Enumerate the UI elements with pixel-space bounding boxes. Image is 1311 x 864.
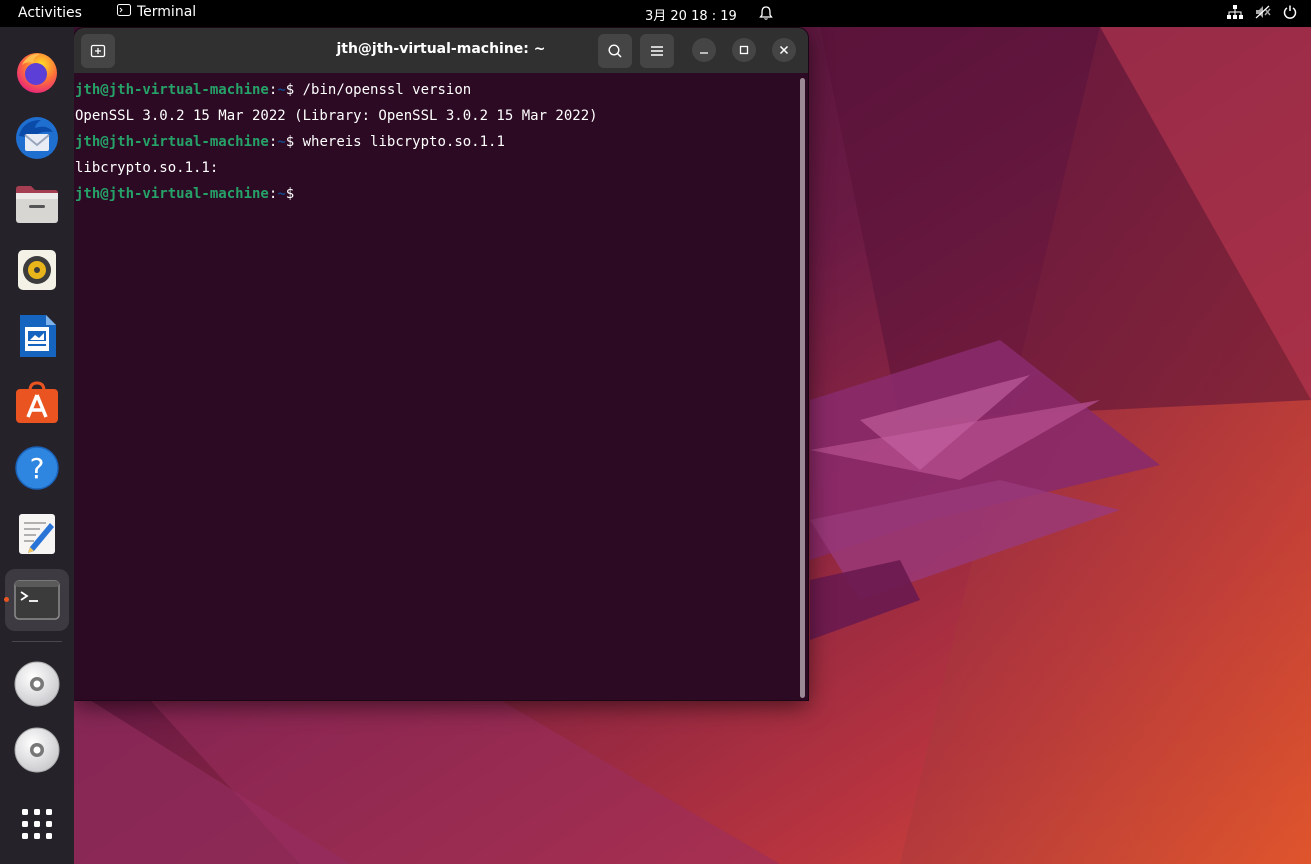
dock: ?	[0, 27, 74, 864]
help-icon: ?	[15, 446, 59, 490]
terminal-line: OpenSSL 3.0.2 15 Mar 2022 (Library: Open…	[75, 103, 598, 129]
dock-item-thunderbird[interactable]	[5, 107, 69, 169]
dock-item-help[interactable]: ?	[5, 437, 69, 499]
files-icon	[16, 186, 58, 223]
close-button[interactable]	[772, 38, 796, 62]
prompt-user: jth@jth-virtual-machine	[75, 82, 269, 98]
terminal-icon	[14, 580, 60, 620]
running-indicator	[4, 597, 9, 602]
prompt-symbol: $	[285, 134, 303, 150]
prompt-user: jth@jth-virtual-machine	[75, 134, 269, 150]
dock-item-files[interactable]	[5, 173, 69, 235]
hamburger-menu-icon	[651, 46, 663, 56]
prompt-path: ~	[277, 82, 286, 98]
dock-item-rhythmbox[interactable]	[5, 239, 69, 301]
app-menu-label: Terminal	[137, 4, 197, 20]
svg-text:?: ?	[30, 452, 45, 485]
command-output: libcrypto.so.1.1:	[75, 160, 219, 176]
prompt-path: ~	[277, 134, 286, 150]
app-grid-icon	[22, 809, 52, 839]
system-tray[interactable]	[1227, 5, 1297, 23]
dock-item-disc-1[interactable]	[5, 653, 69, 715]
search-icon	[608, 44, 622, 58]
dock-item-libreoffice-writer[interactable]	[5, 305, 69, 367]
terminal-line: jth@jth-virtual-machine:~$	[75, 181, 312, 207]
terminal-line: jth@jth-virtual-machine:~$ whereis libcr…	[75, 129, 505, 155]
search-button[interactable]	[598, 34, 632, 68]
dock-item-disc-2[interactable]	[5, 719, 69, 781]
text-editor-icon	[19, 514, 55, 554]
maximize-icon	[739, 45, 749, 55]
terminal-line: libcrypto.so.1.1:	[75, 155, 218, 181]
command-text: /bin/openssl version	[302, 82, 472, 98]
terminal-output[interactable]: jth@jth-virtual-machine:~$ /bin/openssl …	[74, 73, 808, 700]
dock-separator	[12, 641, 62, 642]
clock[interactable]: 3月 20 18 : 19	[645, 5, 737, 24]
command-text: whereis libcrypto.so.1.1	[302, 134, 505, 150]
cd-icon	[14, 661, 60, 707]
rhythmbox-icon	[18, 250, 56, 290]
writer-icon	[20, 315, 56, 357]
prompt-symbol: $	[285, 82, 303, 98]
dock-item-firefox[interactable]	[5, 41, 69, 103]
cd-icon	[14, 727, 60, 773]
text-cursor	[303, 184, 312, 201]
menu-button[interactable]	[640, 34, 674, 68]
notification-bell-icon[interactable]	[758, 5, 774, 25]
prompt-symbol: $	[285, 186, 303, 202]
dock-item-ubuntu-software[interactable]	[5, 371, 69, 433]
network-icon[interactable]	[1227, 5, 1243, 23]
prompt-path: ~	[277, 186, 286, 202]
show-apps-button[interactable]	[5, 793, 69, 855]
thunderbird-icon	[16, 117, 58, 159]
terminal-small-icon	[117, 4, 131, 20]
firefox-icon	[17, 53, 57, 93]
top-bar: Activities Terminal 3月 20 18 : 19	[0, 0, 1311, 27]
scrollbar[interactable]	[800, 78, 805, 698]
minimize-button[interactable]	[692, 38, 716, 62]
dock-item-text-editor[interactable]	[5, 503, 69, 565]
minimize-icon	[700, 52, 708, 54]
app-menu[interactable]: Terminal	[117, 4, 196, 20]
command-output: OpenSSL 3.0.2 15 Mar 2022 (Library: Open…	[75, 108, 598, 124]
terminal-headerbar[interactable]: jth@jth-virtual-machine: ~	[74, 28, 808, 73]
prompt-user: jth@jth-virtual-machine	[75, 186, 269, 202]
activities-button[interactable]: Activities	[18, 5, 82, 21]
maximize-button[interactable]	[732, 38, 756, 62]
volume-muted-icon[interactable]	[1255, 5, 1271, 23]
power-icon[interactable]	[1283, 5, 1297, 23]
dock-item-terminal[interactable]	[4, 569, 69, 631]
software-icon	[16, 381, 58, 423]
terminal-line: jth@jth-virtual-machine:~$ /bin/openssl …	[75, 77, 471, 103]
terminal-window[interactable]: jth@jth-virtual-machine: ~ jth@jth-virtu…	[74, 28, 808, 700]
close-icon	[779, 45, 789, 55]
